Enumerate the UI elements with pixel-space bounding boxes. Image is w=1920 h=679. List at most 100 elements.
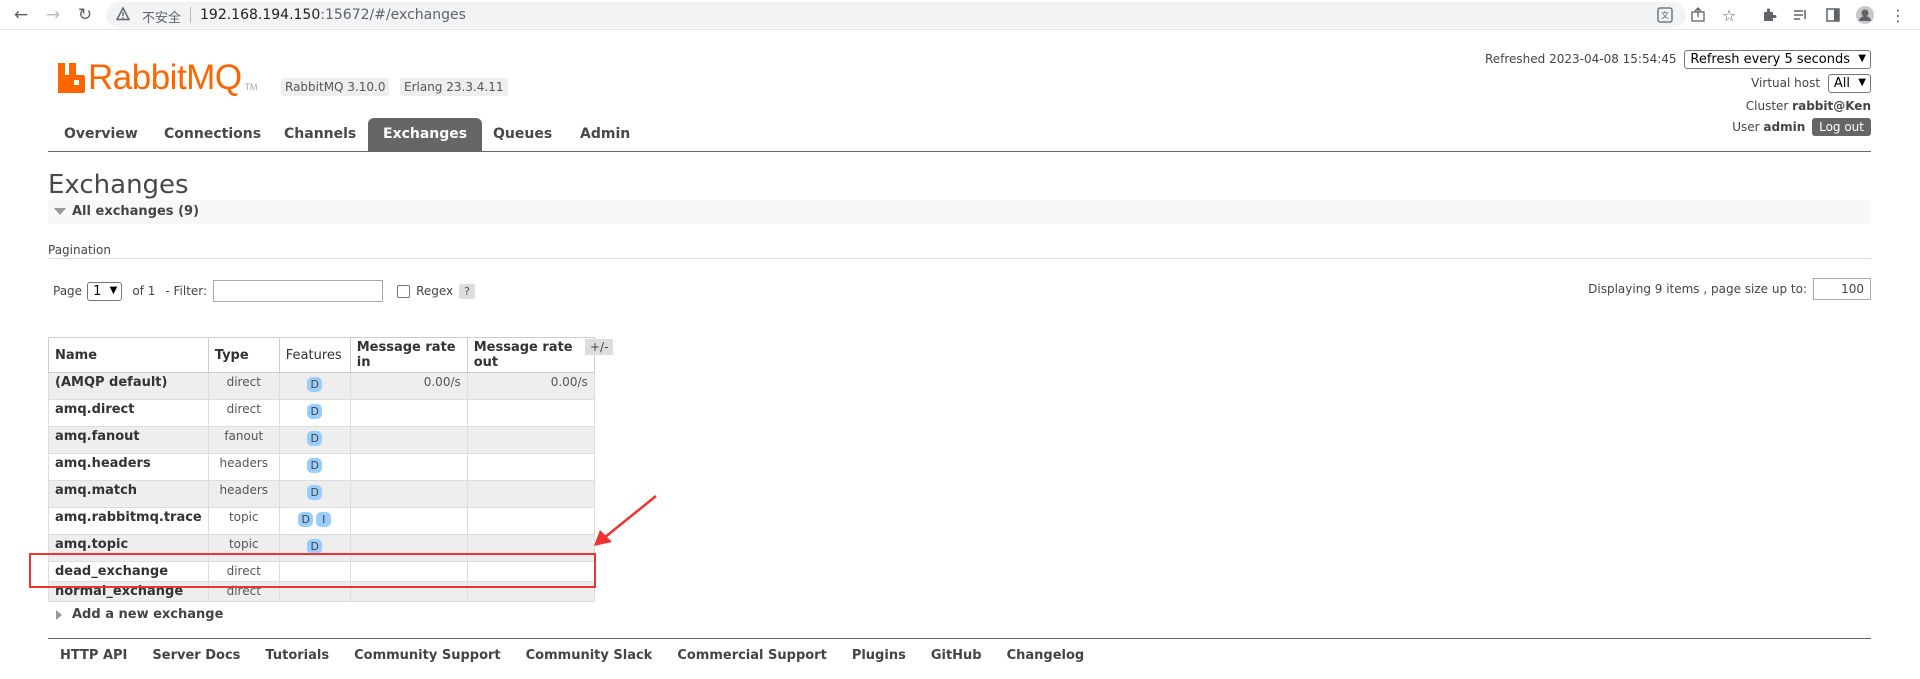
tab-channels[interactable]: Channels	[284, 118, 356, 151]
table-row[interactable]: amq.fanout fanout D	[48, 426, 595, 454]
side-panel-icon[interactable]	[1823, 5, 1843, 25]
pagination-divider	[48, 258, 1871, 259]
page-select[interactable]: 1 ▼	[87, 281, 123, 301]
rate-in	[349, 399, 468, 427]
reading-list-icon[interactable]	[1790, 5, 1810, 25]
rate-in	[349, 480, 468, 508]
all-exchanges-toggle[interactable]: All exchanges (9)	[48, 200, 1871, 224]
exchange-name[interactable]: amq.headers	[48, 453, 209, 481]
column-header-type[interactable]: Type	[207, 337, 280, 373]
add-exchange-label: Add a new exchange	[72, 607, 224, 622]
footer-link-server-docs[interactable]: Server Docs	[152, 648, 240, 663]
column-header-features[interactable]: Features	[278, 337, 351, 373]
exchange-features: D	[278, 372, 351, 400]
rate-in	[349, 507, 468, 535]
exchange-type: headers	[207, 453, 280, 481]
page-title: Exchanges	[48, 170, 189, 200]
refreshed-timestamp: Refreshed 2023-04-08 15:54:45	[1484, 52, 1677, 66]
reload-icon[interactable]: ↻	[74, 4, 96, 26]
table-row[interactable]: amq.direct direct D	[48, 399, 595, 427]
exchange-name[interactable]: amq.match	[48, 480, 209, 508]
exchange-name[interactable]: amq.rabbitmq.trace	[48, 507, 209, 535]
table-header-row: Name Type Features Message rate in Messa…	[48, 337, 595, 373]
refresh-interval-select[interactable]: Refresh every 5 seconds ▼	[1684, 50, 1871, 69]
tab-queues[interactable]: Queues	[493, 118, 552, 151]
refresh-interval-value: Refresh every 5 seconds	[1690, 52, 1850, 67]
footer-links: HTTP API Server Docs Tutorials Community…	[60, 648, 1109, 663]
feature-badge: D	[307, 377, 323, 392]
chevron-down-icon: ▼	[1858, 53, 1866, 64]
chevron-down-icon: ▼	[1858, 77, 1866, 88]
filter-input[interactable]	[213, 280, 384, 302]
back-icon[interactable]: ←	[10, 4, 32, 26]
translate-icon[interactable]: 文	[1655, 5, 1675, 25]
column-header-name[interactable]: Name	[48, 337, 209, 373]
rate-out	[466, 507, 595, 535]
footer-link-github[interactable]: GitHub	[931, 648, 982, 663]
share-icon[interactable]	[1688, 5, 1708, 25]
exchange-type: topic	[207, 507, 280, 535]
rate-out	[466, 480, 595, 508]
exchange-type: direct	[207, 372, 280, 400]
table-row[interactable]: amq.rabbitmq.trace topic D I	[48, 507, 595, 535]
forward-icon[interactable]: →	[42, 4, 64, 26]
add-exchange-toggle[interactable]: Add a new exchange	[56, 607, 223, 622]
browser-toolbar: ← → ↻ 不安全 192.168.194.150:15672/#/exchan…	[0, 0, 1920, 30]
column-toggle-button[interactable]: +/-	[585, 339, 614, 355]
footer-link-community-support[interactable]: Community Support	[354, 648, 501, 663]
regex-checkbox[interactable]	[397, 284, 411, 298]
cluster-label: Cluster	[1745, 99, 1789, 113]
page-size-input[interactable]: 100	[1813, 278, 1871, 300]
feature-badge: D	[307, 404, 323, 419]
virtual-host-select[interactable]: All ▼	[1827, 74, 1871, 93]
page-label: Page	[53, 284, 83, 298]
extensions-icon[interactable]	[1759, 5, 1779, 25]
warning-icon	[116, 7, 130, 21]
refresh-row: Refreshed 2023-04-08 15:54:45 Refresh ev…	[1485, 50, 1871, 69]
exchange-name[interactable]: amq.direct	[48, 399, 209, 427]
table-row[interactable]: (AMQP default) direct D 0.00/s 0.00/s	[48, 372, 595, 400]
logo-trademark: TM	[244, 82, 258, 92]
footer-link-changelog[interactable]: Changelog	[1007, 648, 1085, 663]
expand-triangle-icon	[56, 609, 62, 620]
logo-wordmark: RabbitMQ	[88, 58, 242, 97]
exchange-name[interactable]: amq.fanout	[48, 426, 209, 454]
footer-link-commercial-support[interactable]: Commercial Support	[677, 648, 827, 663]
tab-exchanges[interactable]: Exchanges	[368, 118, 483, 151]
url-host: 192.168.194.150	[200, 7, 321, 23]
column-header-rate-in[interactable]: Message rate in	[349, 337, 468, 373]
table-row[interactable]: amq.match headers D	[48, 480, 595, 508]
profile-avatar-icon[interactable]	[1855, 5, 1875, 25]
rate-in	[349, 426, 468, 454]
menu-kebab-icon[interactable]: ⋮	[1888, 5, 1908, 25]
rabbitmq-logo-icon	[58, 63, 85, 93]
column-header-rate-out[interactable]: Message rate out	[466, 337, 595, 373]
cluster-row: Cluster rabbit@Ken	[1485, 99, 1871, 113]
footer-link-tutorials[interactable]: Tutorials	[265, 648, 329, 663]
tab-admin[interactable]: Admin	[580, 118, 630, 151]
rate-out	[466, 426, 595, 454]
table-row[interactable]: amq.headers headers D	[48, 453, 595, 481]
exchange-features: D	[278, 399, 351, 427]
section-title: All exchanges (9)	[72, 204, 200, 219]
tab-overview[interactable]: Overview	[64, 118, 138, 151]
regex-label: Regex	[416, 284, 454, 298]
footer-link-plugins[interactable]: Plugins	[852, 648, 906, 663]
erlang-version-badge: Erlang 23.3.4.11	[400, 78, 508, 96]
tab-connections[interactable]: Connections	[164, 118, 261, 151]
regex-help-button[interactable]: ?	[459, 283, 475, 299]
footer-link-http-api[interactable]: HTTP API	[60, 648, 127, 663]
feature-badge: D	[307, 539, 323, 554]
rate-in: 0.00/s	[349, 372, 468, 400]
bookmark-star-icon[interactable]: ☆	[1719, 5, 1739, 25]
url-text[interactable]: 192.168.194.150:15672/#/exchanges	[200, 7, 466, 23]
rabbitmq-version-badge: RabbitMQ 3.10.0	[281, 78, 390, 96]
footer-link-community-slack[interactable]: Community Slack	[526, 648, 653, 663]
rate-out: 0.00/s	[466, 372, 595, 400]
footer-divider	[48, 638, 1871, 639]
svg-text:文: 文	[1661, 10, 1669, 20]
exchange-name[interactable]: (AMQP default)	[48, 372, 209, 400]
exchange-features: D	[278, 426, 351, 454]
address-bar[interactable]: 不安全 192.168.194.150:15672/#/exchanges	[106, 2, 1686, 28]
exchange-features: D	[278, 480, 351, 508]
